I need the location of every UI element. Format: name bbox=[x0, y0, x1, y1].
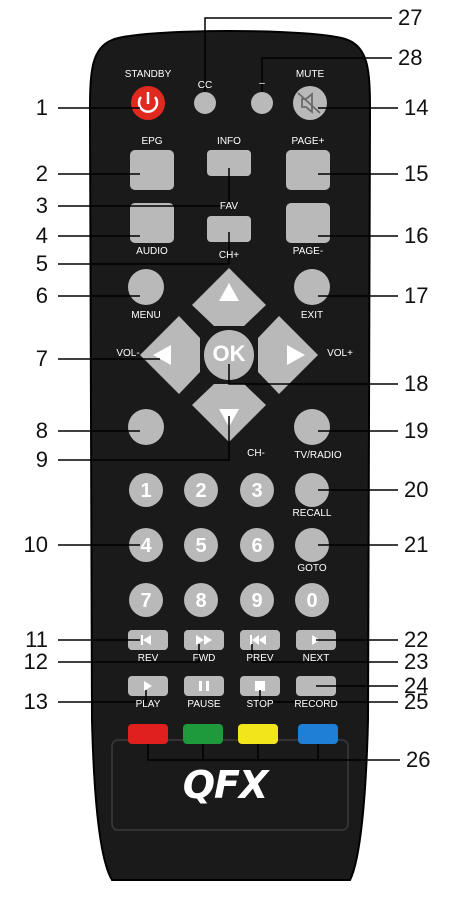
callout-4: 4 bbox=[35, 223, 48, 248]
remote-svg: 1 2 3 4 5 6 7 8 9 0 bbox=[58, 17, 400, 881]
goto-label: GOTO bbox=[297, 563, 327, 574]
epg-button[interactable] bbox=[130, 150, 174, 190]
exit-button[interactable] bbox=[294, 269, 330, 305]
number-key-label: 4 bbox=[140, 535, 152, 557]
number-key-label: 8 bbox=[195, 590, 206, 612]
number-key-label: 3 bbox=[251, 480, 262, 502]
callout-23: 23 bbox=[404, 649, 429, 674]
callout-10: 10 bbox=[23, 532, 48, 557]
color-key-red[interactable] bbox=[128, 724, 168, 744]
callout-12: 12 bbox=[23, 649, 48, 674]
callout-16: 16 bbox=[404, 223, 429, 248]
page-down-button[interactable] bbox=[286, 203, 330, 243]
page-up-label: PAGE+ bbox=[291, 136, 325, 147]
callout-11: 11 bbox=[25, 627, 48, 652]
number-key-label: 6 bbox=[251, 535, 262, 557]
callout-3: 3 bbox=[35, 193, 48, 218]
number-key-label: 2 bbox=[195, 480, 206, 502]
fav-label: FAV bbox=[219, 201, 239, 212]
brand-logo: QFX bbox=[182, 763, 269, 807]
callout-21: 21 bbox=[404, 532, 429, 557]
callout-7: 7 bbox=[35, 346, 48, 371]
color-key-yellow[interactable] bbox=[238, 724, 278, 744]
mute-label: MUTE bbox=[295, 69, 325, 80]
dash-button[interactable] bbox=[251, 92, 273, 114]
callout-18: 18 bbox=[404, 371, 429, 396]
vol-minus-label: VOL- bbox=[116, 348, 140, 359]
menu-label: MENU bbox=[131, 310, 161, 321]
cc-button[interactable] bbox=[194, 92, 216, 114]
callout-17: 17 bbox=[404, 283, 429, 308]
number-key-label: 9 bbox=[251, 590, 262, 612]
exit-label: EXIT bbox=[300, 310, 324, 321]
callout-6: 6 bbox=[35, 283, 48, 308]
audio-button[interactable] bbox=[130, 203, 174, 243]
page-up-button[interactable] bbox=[286, 150, 330, 190]
fav-button[interactable] bbox=[128, 409, 164, 445]
number-key-label: 0 bbox=[306, 590, 317, 612]
callout-15: 15 bbox=[404, 161, 429, 186]
callout-1: 1 bbox=[35, 95, 48, 120]
callout-14: 14 bbox=[404, 95, 429, 120]
number-key-label: 5 bbox=[195, 535, 206, 557]
recall-label: RECALL bbox=[292, 508, 332, 519]
page-down-label: PAGE- bbox=[292, 246, 324, 257]
info-label: INFO bbox=[217, 136, 241, 147]
pause-button[interactable] bbox=[184, 676, 224, 696]
callout-2: 2 bbox=[35, 161, 48, 186]
ch-up-label: CH+ bbox=[218, 250, 240, 261]
callout-20: 20 bbox=[404, 477, 429, 502]
color-key-green[interactable] bbox=[183, 724, 223, 744]
next-label: NEXT bbox=[302, 653, 330, 664]
callout-9: 9 bbox=[35, 447, 48, 472]
number-key-label: 7 bbox=[140, 590, 151, 612]
callout-28: 28 bbox=[398, 45, 423, 70]
standby-label: STANDBY bbox=[124, 69, 172, 80]
color-key-blue[interactable] bbox=[298, 724, 338, 744]
callout-26: 26 bbox=[406, 747, 431, 772]
menu-button[interactable] bbox=[128, 269, 164, 305]
vol-plus-label: VOL+ bbox=[327, 348, 353, 359]
callout-22: 22 bbox=[404, 627, 429, 652]
ok-label: OK bbox=[212, 341, 246, 366]
record-label: RECORD bbox=[294, 699, 338, 710]
callout-25: 25 bbox=[404, 689, 429, 714]
tv-radio-button[interactable] bbox=[294, 409, 330, 445]
number-key-label: 1 bbox=[140, 480, 151, 502]
callout-5: 5 bbox=[35, 251, 48, 276]
callout-27: 27 bbox=[398, 5, 423, 30]
tv-radio-label: TV/RADIO bbox=[294, 450, 342, 461]
callout-8: 8 bbox=[35, 418, 48, 443]
remote-diagram: 1234567890 CC – STANDBY MUTE EPG INFO PA… bbox=[0, 0, 453, 892]
callout-19: 19 bbox=[404, 418, 429, 443]
stop-icon bbox=[255, 681, 265, 691]
callout-13: 13 bbox=[23, 689, 48, 714]
